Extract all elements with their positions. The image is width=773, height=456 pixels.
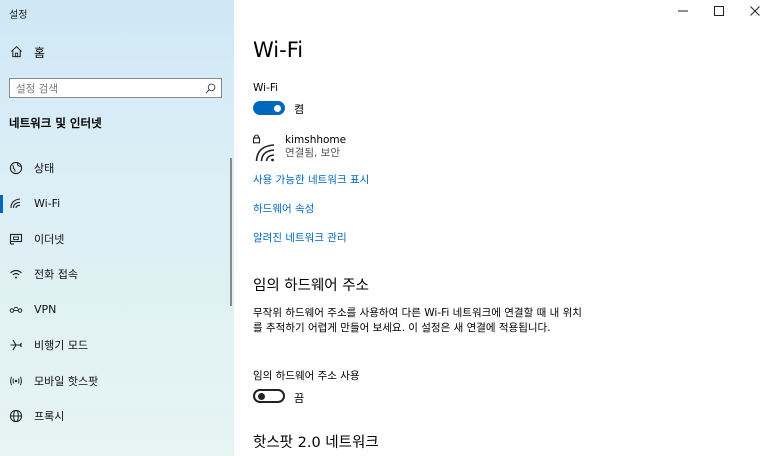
sidebar-item-label: VPN	[34, 303, 57, 317]
hotspot2-heading: 핫스팟 2.0 네트워크	[253, 435, 379, 451]
sidebar-scrollbar[interactable]	[230, 158, 232, 306]
sidebar-item-proxy[interactable]: 프록시	[0, 399, 234, 435]
random-hardware-option-label: 임의 하드웨어 주소 사용	[253, 370, 360, 382]
sidebar-item-label: 이더넷	[34, 232, 65, 246]
settings-window: 설정 홈 설정 검색 네트워크 및 인터넷 상태 Wi-Fi 이더넷 전화 접속…	[0, 0, 773, 456]
wifi-toggle-label: Wi-Fi	[253, 82, 279, 94]
toggle-knob	[274, 104, 281, 112]
app-title: 설정	[9, 10, 28, 21]
hardware-properties-link[interactable]: 하드웨어 속성	[253, 201, 314, 216]
sidebar-item-hotspot[interactable]: 모바일 핫스팟	[0, 363, 234, 399]
random-hardware-toggle[interactable]	[253, 389, 285, 403]
toggle-knob	[258, 392, 265, 400]
sidebar-item-vpn[interactable]: VPN	[0, 292, 234, 328]
random-hardware-description: 무작위 하드웨어 주소를 사용하여 다른 Wi-Fi 네트워크에 연결할 때 내…	[253, 307, 582, 334]
network-info: kimshhome 연결됨, 보안	[285, 134, 346, 162]
random-hardware-heading: 임의 하드웨어 주소	[253, 278, 369, 294]
wifi-toggle[interactable]	[253, 101, 285, 115]
settings-search-input[interactable]: 설정 검색	[9, 78, 222, 98]
sidebar: 설정 홈 설정 검색 네트워크 및 인터넷 상태 Wi-Fi 이더넷 전화 접속…	[0, 0, 234, 456]
search-placeholder: 설정 검색	[16, 82, 58, 95]
sidebar-item-status[interactable]: 상태	[0, 150, 234, 186]
search-icon[interactable]	[204, 82, 216, 94]
sidebar-item-label: Wi-Fi	[34, 196, 61, 210]
wifi-toggle-state: 켬	[294, 103, 305, 116]
home-nav-item[interactable]: 홈	[0, 40, 234, 64]
connected-network[interactable]: kimshhome 연결됨, 보안	[252, 134, 346, 162]
home-icon	[10, 43, 23, 62]
sidebar-item-label: 모바일 핫스팟	[34, 374, 99, 388]
wifi-icon	[9, 196, 23, 210]
sidebar-item-airplane[interactable]: 비행기 모드	[0, 328, 234, 364]
main-content: Wi-Fi Wi-Fi 켬 kimshhome 연결됨, 보안 사용 가능한 네…	[252, 0, 753, 456]
sidebar-item-label: 상태	[34, 161, 55, 175]
manage-known-networks-link[interactable]: 알려진 네트워크 관리	[253, 230, 347, 245]
globe-status-icon	[9, 161, 23, 175]
sidebar-item-wifi[interactable]: Wi-Fi	[0, 186, 234, 222]
globe-icon	[9, 409, 23, 423]
hotspot-icon	[9, 374, 23, 388]
selection-indicator	[0, 194, 3, 213]
page-title: Wi-Fi	[253, 38, 304, 62]
dialup-icon	[9, 267, 23, 281]
vpn-icon	[9, 303, 23, 317]
sidebar-item-label: 전화 접속	[34, 268, 78, 282]
sidebar-nav-list: 상태 Wi-Fi 이더넷 전화 접속 VPN 비행기 모드 모바일 핫스팟 프록…	[0, 150, 234, 434]
network-name: kimshhome	[285, 134, 347, 146]
ethernet-icon	[9, 232, 23, 246]
home-label: 홈	[34, 45, 46, 60]
secured-wifi-icon	[252, 134, 277, 162]
network-status: 연결됨, 보안	[285, 147, 340, 159]
sidebar-item-label: 비행기 모드	[34, 339, 89, 353]
show-available-networks-link[interactable]: 사용 가능한 네트워크 표시	[253, 172, 369, 187]
sidebar-item-ethernet[interactable]: 이더넷	[0, 221, 234, 257]
network-section-heading: 네트워크 및 인터넷	[9, 116, 102, 130]
sidebar-item-label: 프록시	[34, 410, 65, 424]
sidebar-item-dialup[interactable]: 전화 접속	[0, 257, 234, 293]
random-hardware-toggle-state: 끔	[294, 392, 305, 405]
airplane-icon	[9, 338, 23, 352]
